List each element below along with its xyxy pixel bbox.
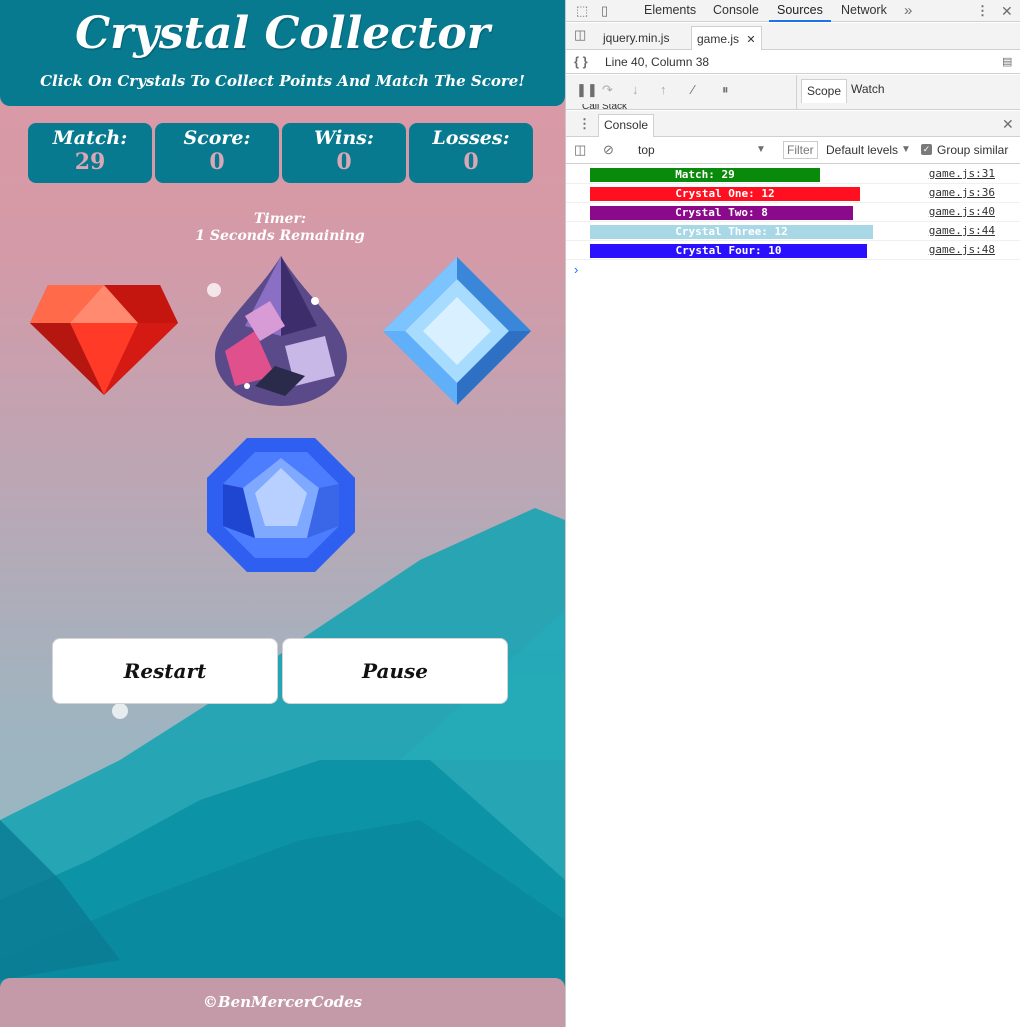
tab-network[interactable]: Network [841,0,887,22]
cursor-location: Line 40, Column 38 [605,55,710,69]
log-message-crystal-three: Crystal Three: 12 [590,225,873,239]
console-log-line: Crystal Two: 8 game.js:40 [566,203,1020,222]
stat-score: Score: 0 [155,123,279,183]
timer-text: 1 Seconds Remaining [195,228,365,244]
log-message-match: Match: 29 [590,168,820,182]
light-blue-square-crystal[interactable] [383,257,531,405]
tab-console-drawer[interactable]: Console [598,114,655,137]
stat-losses-label: Losses: [432,127,510,149]
red-crystal[interactable] [30,285,178,395]
log-source-link[interactable]: game.js:48 [929,243,995,256]
tab-scope[interactable]: Scope [801,79,848,103]
log-source-link[interactable]: game.js:40 [929,205,995,218]
tab-sources[interactable]: Sources [769,0,831,22]
log-source-link[interactable]: game.js:36 [929,186,995,199]
context-select[interactable]: top [638,143,655,157]
toggle-navigator-icon[interactable]: ◫ [574,24,586,46]
stat-match-label: Match: [52,127,128,149]
tab-elements[interactable]: Elements [644,0,696,22]
bubble-decoration [207,283,221,297]
stat-score-value: 0 [209,149,225,175]
console-log-line: Crystal Four: 10 game.js:48 [566,241,1020,260]
pause-button[interactable]: Pause [282,638,508,704]
console-drawer-header: ⋮ Console ✕ [566,111,1020,137]
pause-on-exceptions-icon[interactable]: ⏸ [722,79,729,101]
inspect-element-icon[interactable]: ⬚ [576,0,588,22]
group-similar-checkbox[interactable]: ✓ [921,144,932,155]
footer-credit: ©BenMercerCodes [0,978,565,1027]
pane-divider [796,75,797,110]
tab-watch[interactable]: Watch [851,82,885,96]
pretty-print-icon[interactable]: { } [574,50,588,74]
levels-chevron-icon[interactable]: ▼ [901,139,911,161]
log-source-link[interactable]: game.js:31 [929,167,995,180]
file-tab-game[interactable]: game.js ✕ [691,26,762,50]
log-levels-dropdown[interactable]: Default levels [826,143,898,157]
file-tab-game-label: game.js [697,32,740,46]
stat-wins-label: Wins: [314,127,374,149]
show-sidebar-icon[interactable]: ◫ [574,139,586,161]
close-drawer-icon[interactable]: ✕ [1002,113,1014,135]
stat-score-label: Score: [183,127,251,149]
bubble-decoration [112,703,128,719]
tab-console[interactable]: Console [713,0,759,22]
stat-match-value: 29 [74,149,106,175]
editor-status-bar: { } Line 40, Column 38 ▤ [566,50,1020,74]
log-message-crystal-two: Crystal Two: 8 [590,206,853,220]
game-page: Crystal Collector Click On Crystals To C… [0,0,565,1027]
devtools-tabbar: ⬚ ▯ Elements Console Sources Network » ⋮… [566,0,1020,22]
restart-button[interactable]: Restart [52,638,278,704]
close-icon[interactable]: ✕ [1001,0,1013,22]
pause-script-icon[interactable]: ❚❚ [576,79,598,101]
log-message-crystal-one: Crystal One: 12 [590,187,860,201]
stat-match: Match: 29 [28,123,152,183]
console-toolbar: ◫ ⊘ top ▼ Filter Default levels ▼ ✓ Grou… [566,137,1020,164]
step-into-icon[interactable]: ↓ [632,79,639,101]
log-source-link[interactable]: game.js:44 [929,224,995,237]
purple-drop-crystal[interactable] [215,256,347,406]
game-header: Crystal Collector Click On Crystals To C… [0,0,565,106]
toggle-debugger-icon[interactable]: ▤ [1002,50,1012,74]
console-log-line: Crystal Three: 12 game.js:44 [566,222,1020,241]
drawer-menu-icon[interactable]: ⋮ [578,113,591,135]
console-log-line: Crystal One: 12 game.js:36 [566,184,1020,203]
group-similar-label: Group similar [937,143,1009,157]
step-over-icon[interactable]: ↷ [602,79,613,101]
chevron-down-icon[interactable]: ▼ [756,139,766,161]
clear-console-icon[interactable]: ⊘ [603,139,614,161]
timer-label: Timer: [253,211,306,227]
blue-round-crystal[interactable] [207,438,355,572]
devtools-panel: ⬚ ▯ Elements Console Sources Network » ⋮… [565,0,1020,1027]
debugger-toolbar: ❚❚ ↷ ↓ ↑ ∕ ⏸ Call Stack Scope Watch [566,75,1020,110]
stat-wins: Wins: 0 [282,123,406,183]
device-toolbar-icon[interactable]: ▯ [601,0,608,22]
kebab-menu-icon[interactable]: ⋮ [976,0,989,22]
log-message-crystal-four: Crystal Four: 10 [590,244,867,258]
filter-input[interactable]: Filter [783,141,818,159]
call-stack-label: Call Stack [582,104,628,110]
file-tabbar: ◫ jquery.min.js game.js ✕ [566,23,1020,50]
stat-wins-value: 0 [336,149,352,175]
stat-losses: Losses: 0 [409,123,533,183]
stat-losses-value: 0 [463,149,479,175]
console-log-line: Match: 29 game.js:31 [566,165,1020,184]
game-subtitle: Click On Crystals To Collect Points And … [40,72,525,90]
file-tab-jquery[interactable]: jquery.min.js [598,26,674,50]
console-prompt-icon[interactable]: › [574,262,578,277]
game-title: Crystal Collector [75,8,490,59]
more-tabs-icon[interactable]: » [904,0,912,22]
step-out-icon[interactable]: ↑ [660,79,667,101]
close-tab-icon[interactable]: ✕ [746,34,755,46]
deactivate-breakpoints-icon[interactable]: ∕ [692,79,694,101]
